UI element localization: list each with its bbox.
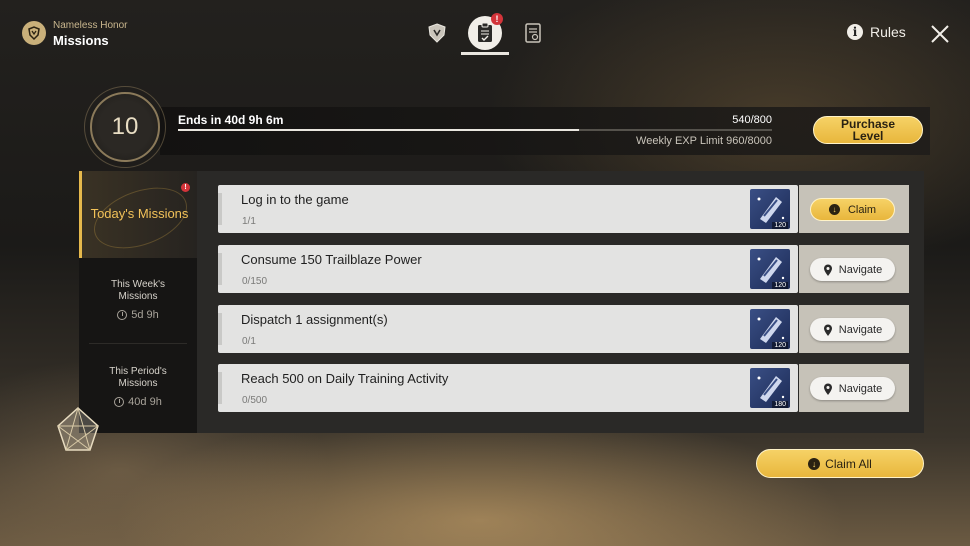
mission-row: Log in to the game 1/1 120 ↓ Claim	[218, 185, 909, 233]
crystal-ornament-icon	[57, 406, 99, 451]
mission-progress: 0/150	[242, 276, 268, 287]
close-icon[interactable]	[928, 22, 952, 46]
clock-icon	[117, 310, 128, 320]
exp-progress-fill	[178, 129, 579, 131]
clock-icon	[114, 397, 125, 407]
mission-row: Dispatch 1 assignment(s) 0/1 120 Navigat…	[218, 305, 909, 353]
level-badge: 10	[84, 86, 166, 168]
exp-ticket-icon[interactable]: 120	[750, 309, 790, 349]
navigate-label: Navigate	[838, 382, 883, 395]
sidebar-item-period[interactable]: This Period's Missions 40d 9h	[79, 366, 197, 408]
claim-button[interactable]: ↓ Claim	[810, 198, 895, 221]
clipboard-check-icon	[478, 22, 492, 42]
page-title: Missions	[53, 33, 109, 48]
navigate-label: Navigate	[838, 323, 883, 336]
map-pin-icon	[823, 324, 832, 336]
reward-amount: 120	[772, 282, 788, 289]
mission-row: Reach 500 on Daily Training Activity 0/5…	[218, 364, 909, 412]
sidebar-item-week-label: This Week's Missions	[111, 279, 165, 302]
today-notification-badge: !	[181, 183, 190, 192]
exp-ticket-icon[interactable]: 120	[750, 189, 790, 229]
exp-value: 540/800	[732, 114, 772, 126]
mission-progress: 0/500	[242, 395, 268, 406]
mission-title: Reach 500 on Daily Training Activity	[241, 371, 449, 386]
sidebar-item-today-label: Today's Missions	[90, 206, 189, 221]
weekly-exp-limit: Weekly EXP Limit 960/8000	[636, 135, 772, 147]
exp-ticket-icon[interactable]: 120	[750, 249, 790, 289]
tab-log[interactable]	[517, 17, 549, 49]
navigate-button[interactable]: Navigate	[810, 258, 895, 281]
reward-amount: 120	[772, 342, 788, 349]
mission-category-sidebar: ! Today's Missions This Week's Missions …	[79, 171, 197, 433]
claim-all-label: Claim All	[825, 456, 872, 471]
reward-amount: 120	[772, 222, 788, 229]
sidebar-item-period-label: This Period's Missions	[109, 366, 167, 389]
mission-title: Log in to the game	[241, 192, 349, 207]
period-time-left: 40d 9h	[128, 396, 162, 408]
exp-progress-bar	[178, 129, 772, 131]
purchase-level-button[interactable]: Purchase Level	[813, 116, 923, 144]
sidebar-item-today[interactable]: ! Today's Missions	[79, 171, 197, 260]
claim-label: Claim	[847, 203, 877, 216]
mission-title: Consume 150 Trailblaze Power	[241, 252, 422, 267]
active-tab-indicator	[461, 52, 509, 55]
rules-label: Rules	[870, 24, 906, 40]
info-icon: i	[847, 24, 863, 40]
download-arrow-icon: ↓	[828, 204, 840, 215]
navigate-button[interactable]: Navigate	[810, 318, 895, 341]
rules-button[interactable]: i Rules	[847, 24, 906, 40]
level-number: 10	[111, 113, 139, 140]
mission-title: Dispatch 1 assignment(s)	[241, 312, 388, 327]
mission-progress: 0/1	[242, 336, 256, 347]
map-pin-icon	[823, 383, 832, 395]
tab-rewards[interactable]	[421, 17, 453, 49]
claim-all-button[interactable]: ↓ Claim All	[756, 449, 924, 478]
season-ends-text: Ends in 40d 9h 6m	[178, 113, 284, 127]
mission-progress: 1/1	[242, 216, 256, 227]
tab-notification-badge: !	[491, 13, 503, 25]
mission-row: Consume 150 Trailblaze Power 0/150 120 N…	[218, 245, 909, 293]
header-subtitle: Nameless Honor	[53, 20, 128, 31]
sidebar-divider	[89, 343, 187, 344]
purchase-level-label: Purchase Level	[840, 117, 896, 143]
reward-amount: 180	[772, 401, 788, 408]
week-time-left: 5d 9h	[131, 309, 159, 321]
nameless-honor-emblem-icon	[22, 21, 46, 45]
exp-ticket-icon[interactable]: 180	[750, 368, 790, 408]
navigate-label: Navigate	[838, 263, 883, 276]
shield-emblem-icon	[428, 23, 446, 43]
download-arrow-icon: ↓	[808, 457, 821, 470]
navigate-button[interactable]: Navigate	[810, 377, 895, 400]
sidebar-item-week[interactable]: This Week's Missions 5d 9h	[79, 279, 197, 321]
log-book-icon	[525, 23, 541, 43]
map-pin-icon	[823, 264, 832, 276]
